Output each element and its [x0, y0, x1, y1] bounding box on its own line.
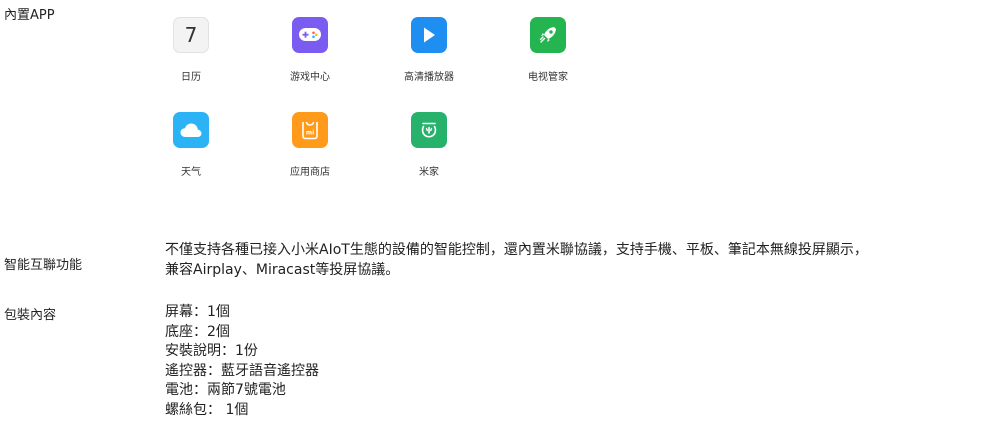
shopping-bag-icon: mi: [292, 112, 328, 148]
app-weather[interactable]: 天气: [131, 112, 251, 178]
app-calendar[interactable]: 7 日历: [131, 17, 251, 83]
app-name: 游戏中心: [290, 72, 330, 83]
description-line: 兼容Airplay、Miracast等投屏協議。: [165, 262, 400, 278]
app-name: 日历: [181, 72, 201, 83]
builtin-apps-label: 內置APP: [4, 8, 55, 23]
play-icon: [411, 17, 447, 53]
app-name: 高清播放器: [404, 72, 454, 83]
app-game-center[interactable]: 游戏中心: [250, 17, 370, 83]
app-mijia[interactable]: 米家: [369, 112, 489, 178]
package-contents-label: 包裝內容: [4, 308, 57, 323]
app-name: 应用商店: [290, 167, 330, 178]
smart-connect-description: 不僅支持各種已接入小米AIoT生態的設備的智能控制，還內置米聯協議，支持手機、平…: [165, 240, 985, 280]
mi-logo-text: mi: [306, 130, 314, 137]
package-contents-list: 屏幕：1個 底座：2個 安裝說明：1份 遙控器：藍牙語音遙控器 電池：兩節7號電…: [165, 303, 319, 420]
calendar-icon: 7: [173, 17, 209, 53]
list-item: 底座：2個: [165, 323, 230, 340]
app-tv-manager[interactable]: 电视管家: [488, 17, 608, 83]
app-app-store[interactable]: mi 应用商店: [250, 112, 370, 178]
smart-connect-label: 智能互聯功能: [4, 258, 83, 273]
rocket-icon: [530, 17, 566, 53]
list-item: 螺絲包： 1個: [165, 401, 249, 418]
app-name: 天气: [181, 167, 201, 178]
app-hd-player[interactable]: 高清播放器: [369, 17, 489, 83]
list-item: 電池：兩節7號電池: [165, 382, 286, 398]
mijia-icon: [411, 112, 447, 148]
gamepad-icon: [292, 17, 328, 53]
app-name: 电视管家: [528, 72, 568, 83]
app-name: 米家: [419, 167, 439, 178]
list-item: 屏幕：1個: [165, 304, 230, 320]
description-line: 不僅支持各種已接入小米AIoT生態的設備的智能控制，還內置米聯協議，支持手機、平…: [165, 242, 868, 258]
list-item: 安裝說明：1份: [165, 343, 258, 359]
list-item: 遙控器：藍牙語音遙控器: [165, 362, 319, 379]
cloud-icon: [173, 112, 209, 148]
